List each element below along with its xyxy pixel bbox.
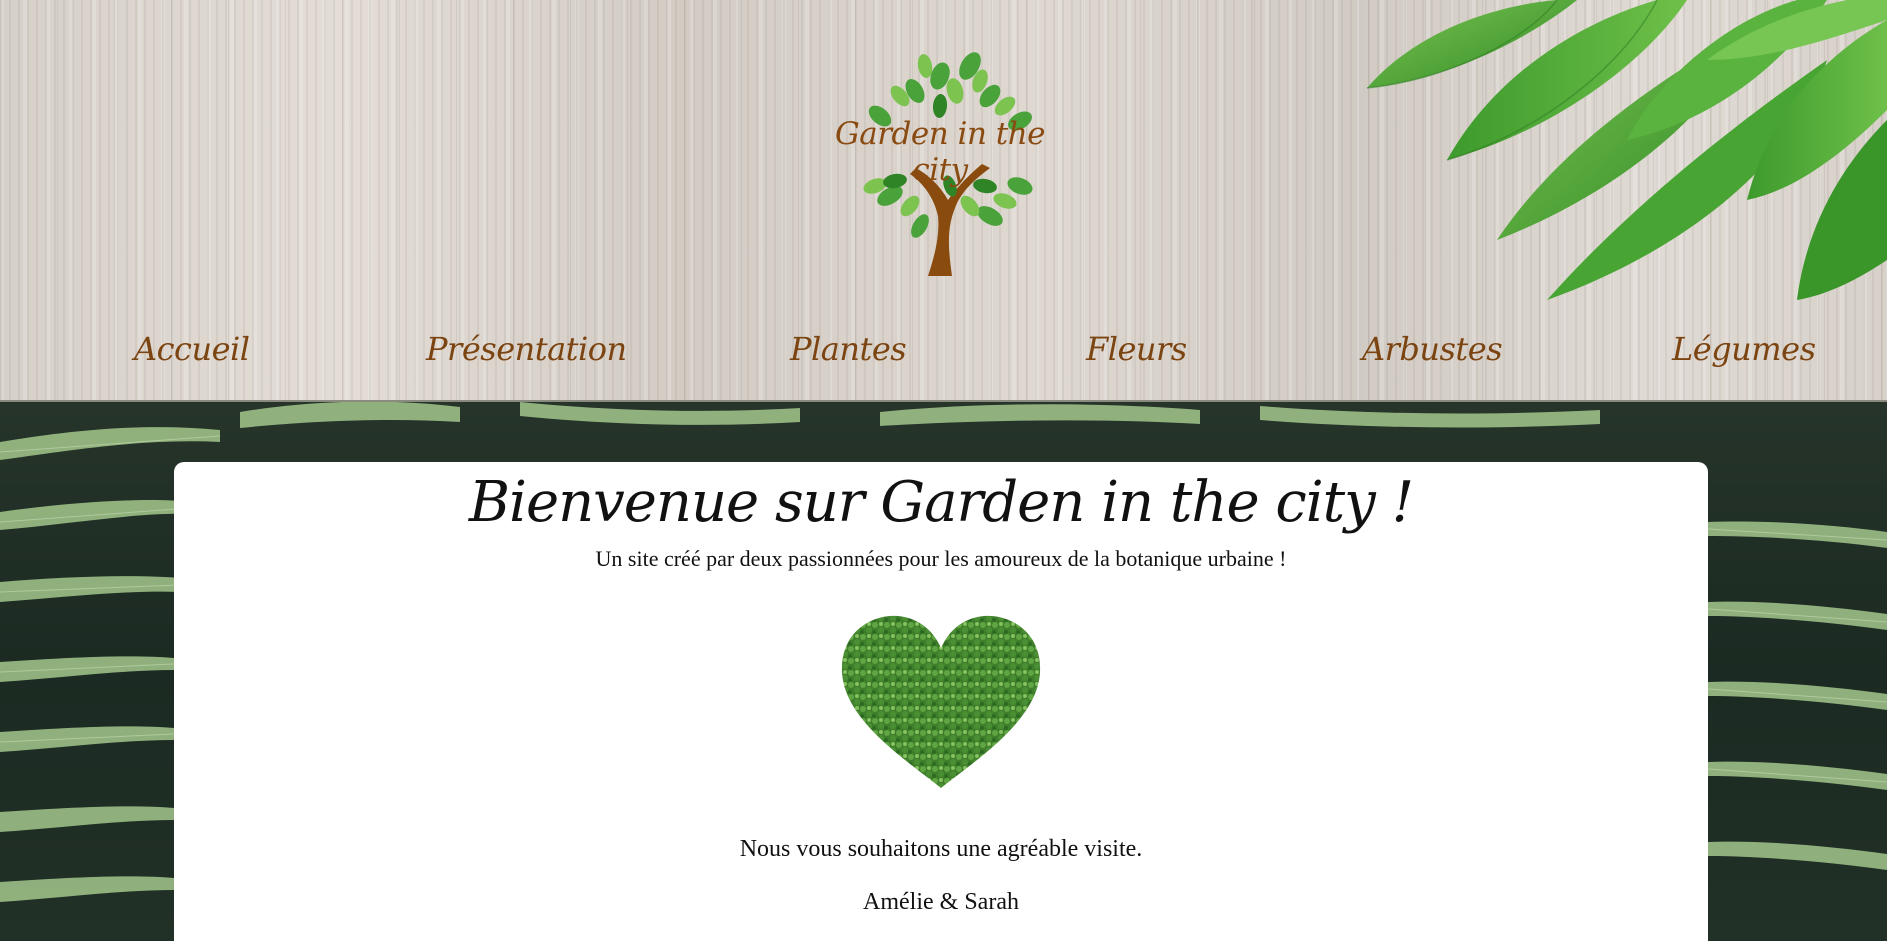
welcome-card: Bienvenue sur Garden in the city ! Un si… (174, 462, 1708, 941)
nav-link-fleurs[interactable]: Fleurs (1086, 330, 1187, 368)
signature: Amélie & Sarah (863, 889, 1019, 915)
site-logo[interactable]: Garden in the city (820, 36, 1060, 281)
page-title: Bienvenue sur Garden in the city ! (468, 470, 1414, 535)
nav-link-accueil[interactable]: Accueil (134, 330, 250, 368)
page-subtitle: Un site créé par deux passionnées pour l… (595, 546, 1287, 571)
leaves-decoration-image (1366, 0, 1887, 300)
nav-link-presentation[interactable]: Présentation (426, 330, 627, 368)
nav-link-legumes[interactable]: Légumes (1672, 330, 1816, 368)
nav-link-plantes[interactable]: Plantes (790, 330, 907, 368)
site-header: Garden in the city Accueil Présentation … (0, 0, 1887, 402)
logo-text: Garden in the city (834, 116, 1046, 188)
heart-hedge-image (841, 615, 1041, 788)
welcome-message: Nous vous souhaitons une agréable visite… (739, 836, 1143, 862)
main-navigation: Accueil Présentation Plantes Fleurs Arbu… (0, 330, 1887, 380)
nav-link-arbustes[interactable]: Arbustes (1362, 330, 1503, 368)
